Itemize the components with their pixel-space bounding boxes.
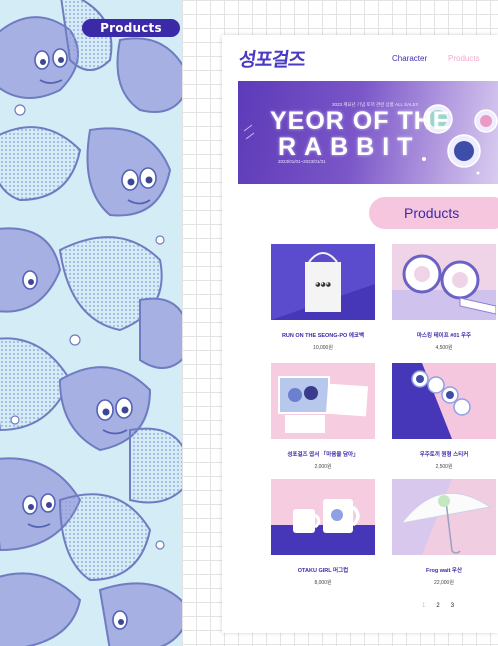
umbrella-icon[interactable] [392,479,496,555]
mug-icon[interactable] [271,479,375,555]
sale-banner[interactable]: 2023 계묘년 기념 토끼 관련 상품 ALL SALE!! YEOR OF … [238,81,498,184]
product-name[interactable]: 우주토끼 원형 스티커 [392,450,496,458]
product-price: 2,500원 [435,464,453,470]
site-logo[interactable]: 성포걸즈 [237,45,307,72]
nav-products[interactable]: Products [448,54,480,63]
product-name[interactable]: 마스킹 테이프 #01 우주 [392,331,496,339]
character-pattern-illustration: Products [0,0,182,646]
banner-dates: 2023/01/01~2023/01/31 [278,159,326,164]
svg-text:◕◕◕: ◕◕◕ [315,281,331,288]
banner-title-line1: YEOR OF THE [270,107,451,135]
product-name[interactable]: OTAKU GIRL 머그컵 [271,566,375,574]
products-badge: Products [82,19,180,37]
tote-bag-icon[interactable]: ◕◕◕ [271,244,375,320]
product-name[interactable]: 성포걸즈 엽서 「마음을 담아」 [271,450,375,458]
product-name[interactable]: Frog wait 우산 [392,566,496,574]
product-price: 22,000원 [434,580,454,586]
section-title: Products [369,197,498,229]
page-link-1[interactable]: 1 [422,603,425,609]
pagination: 1 2 3 [422,603,454,609]
sticker-icon[interactable] [392,363,496,439]
postcard-icon[interactable] [271,363,375,439]
banner-title-line2: RABBIT [278,133,421,161]
page-link-2[interactable]: 2 [436,603,439,609]
masking-tape-icon[interactable] [392,244,496,320]
character-pattern-graphic [0,0,182,646]
product-price: 10,000원 [313,345,333,351]
product-price: 8,000원 [314,580,332,586]
product-name[interactable]: RUN ON THE SEONG-PO 에코백 [271,331,375,339]
page-link-3[interactable]: 3 [451,603,454,609]
product-price: 4,500원 [435,345,453,351]
product-price: 2,000원 [314,464,332,470]
website-preview: 성포걸즈 Character Products 2023 계묘년 기념 토끼 관… [222,35,498,633]
nav-character[interactable]: Character [392,54,427,63]
